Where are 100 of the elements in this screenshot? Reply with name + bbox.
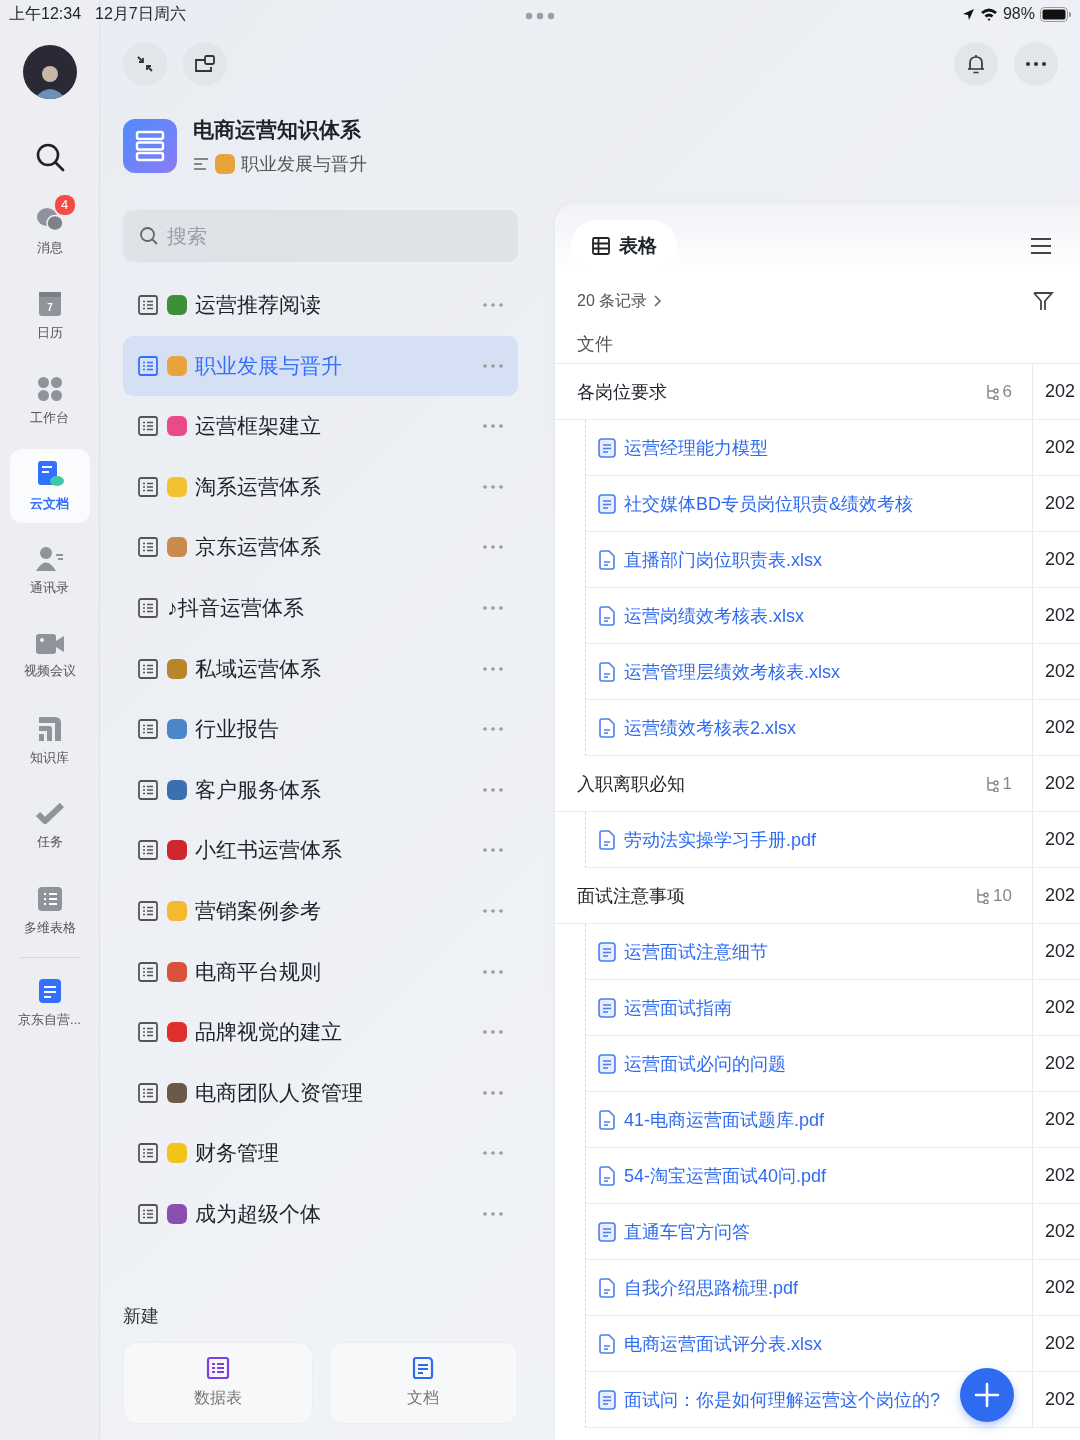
more-icon[interactable] (482, 665, 504, 672)
table-cell: 202 (1045, 829, 1076, 850)
create-label: 新建 (123, 1304, 160, 1328)
nav-item[interactable]: 京东运营体系 (123, 517, 518, 578)
nav-item[interactable]: 小红书运营体系 (123, 820, 518, 881)
more-icon[interactable] (482, 483, 504, 490)
filter-icon[interactable] (1032, 290, 1054, 312)
more-icon (1025, 61, 1047, 67)
child-count: 1 (1002, 773, 1012, 794)
group-name: 各岗位要求 (577, 380, 667, 404)
rail-item[interactable]: 知识库 (9, 704, 90, 778)
sheet-icon (137, 1081, 159, 1104)
sheet-icon (137, 657, 159, 680)
sheet-icon (137, 1142, 159, 1165)
records-link[interactable]: 20 条记录 (577, 290, 648, 312)
table-cell: 202 (1045, 1333, 1076, 1354)
file-link[interactable]: 直播部门岗位职责表.xlsx (624, 547, 822, 572)
more-icon[interactable] (482, 1029, 504, 1036)
more-icon[interactable] (482, 1150, 504, 1157)
unread-badge: 4 (53, 193, 76, 216)
more-icon[interactable] (482, 362, 504, 369)
nav-item[interactable]: 营销案例参考 (123, 880, 518, 941)
nav-item[interactable]: 私域运营体系 (123, 638, 518, 699)
nav-item[interactable]: 客户服务体系 (123, 759, 518, 820)
notifications-button[interactable] (954, 42, 998, 86)
table-cell: 202 (1045, 549, 1076, 570)
document-icon (598, 437, 616, 458)
nav-item[interactable]: 运营框架建立 (123, 396, 518, 457)
file-link[interactable]: 运营岗绩效考核表.xlsx (624, 603, 804, 628)
file-link[interactable]: 电商运营面试评分表.xlsx (624, 1331, 822, 1356)
file-link[interactable]: 运营绩效考核表2.xlsx (624, 715, 796, 740)
add-button[interactable] (960, 1368, 1014, 1422)
table-cell: 202 (1045, 1221, 1076, 1242)
nav-item[interactable]: 电商平台规则 (123, 941, 518, 1002)
file-icon (598, 661, 616, 682)
rail-item[interactable]: 4 消息 (9, 194, 90, 268)
more-button[interactable] (1014, 42, 1058, 86)
more-icon[interactable] (482, 786, 504, 793)
nav-item[interactable]: 品牌视觉的建立 (123, 1002, 518, 1063)
rail-item[interactable]: 工作台 (9, 364, 90, 438)
more-icon[interactable] (482, 726, 504, 733)
sheet-icon (137, 1021, 159, 1044)
rail-item[interactable]: 云文档 (9, 449, 90, 523)
file-icon (598, 1165, 616, 1186)
sheet-icon (205, 1356, 230, 1381)
nav-item[interactable]: 成为超级个体 (123, 1183, 518, 1244)
bell-icon (965, 53, 987, 75)
chevron-right-icon[interactable] (653, 294, 664, 308)
calendar-icon: 7 (37, 290, 62, 317)
sheet-icon (137, 536, 159, 559)
collapse-button[interactable] (123, 42, 167, 86)
sheet-icon (137, 778, 159, 801)
nav-item[interactable]: 运营推荐阅读 (123, 275, 518, 335)
more-icon[interactable] (482, 847, 504, 854)
file-link[interactable]: 运营面试注意细节 (624, 939, 768, 964)
nav-item[interactable]: ♪抖音运营体系 (123, 577, 518, 638)
table-cell: 202 (1045, 885, 1076, 906)
nav-item[interactable]: 电商团队人资管理 (123, 1062, 518, 1123)
more-icon[interactable] (482, 604, 504, 611)
search-icon[interactable] (34, 142, 65, 172)
document-icon (598, 1389, 616, 1410)
rail-item[interactable]: 7 日历 (9, 279, 90, 353)
avatar[interactable] (22, 45, 77, 99)
table-cell: 202 (1045, 1053, 1076, 1074)
rail-item[interactable]: 任务 (9, 789, 90, 863)
breadcrumb-text[interactable]: 职业发展与晋升 (241, 152, 367, 176)
video-camera-icon (34, 632, 65, 655)
nav-item[interactable]: 淘系运营体系 (123, 456, 518, 517)
file-link[interactable]: 自我介绍思路梳理.pdf (624, 1275, 799, 1300)
search-field[interactable]: 搜索 (123, 210, 518, 262)
more-icon[interactable] (482, 302, 504, 308)
rail-item[interactable]: 多维表格 (9, 874, 90, 948)
new-sheet-button[interactable]: 数据表 (123, 1341, 313, 1424)
file-link[interactable]: 劳动法实操学习手册.pdf (624, 827, 817, 852)
menu-icon[interactable] (1030, 237, 1052, 255)
more-icon[interactable] (482, 1089, 504, 1096)
document-icon (37, 977, 62, 1004)
column-header[interactable]: 文件 (555, 312, 1080, 364)
rail-item[interactable]: 通讯录 (9, 534, 90, 608)
rail-item[interactable]: 视频会议 (9, 619, 90, 693)
more-icon[interactable] (482, 1210, 504, 1217)
file-link[interactable]: 直通车官方问答 (624, 1219, 750, 1244)
more-icon[interactable] (482, 968, 504, 975)
more-icon[interactable] (482, 423, 504, 430)
new-doc-button[interactable]: 文档 (328, 1341, 518, 1424)
file-icon (598, 1109, 616, 1130)
space-title: 电商运营知识体系 (193, 117, 362, 143)
subitems-icon (976, 887, 991, 904)
more-icon[interactable] (482, 544, 504, 551)
floating-window-button[interactable] (183, 42, 227, 86)
more-icon[interactable] (482, 907, 504, 914)
file-link[interactable]: 运营经理能力模型 (624, 435, 768, 460)
nav-item[interactable]: 财务管理 (123, 1123, 518, 1184)
file-link[interactable]: 运营面试指南 (624, 995, 732, 1020)
status-time: 上午12:34 (9, 3, 82, 24)
pinned-item[interactable]: 京东自营... (9, 966, 90, 1040)
nav-item[interactable]: 行业报告 (123, 699, 518, 760)
file-link[interactable]: 运营面试必问的问题 (624, 1051, 786, 1076)
multitasking-dots-icon[interactable] (525, 12, 555, 20)
outline-icon[interactable] (193, 157, 209, 171)
